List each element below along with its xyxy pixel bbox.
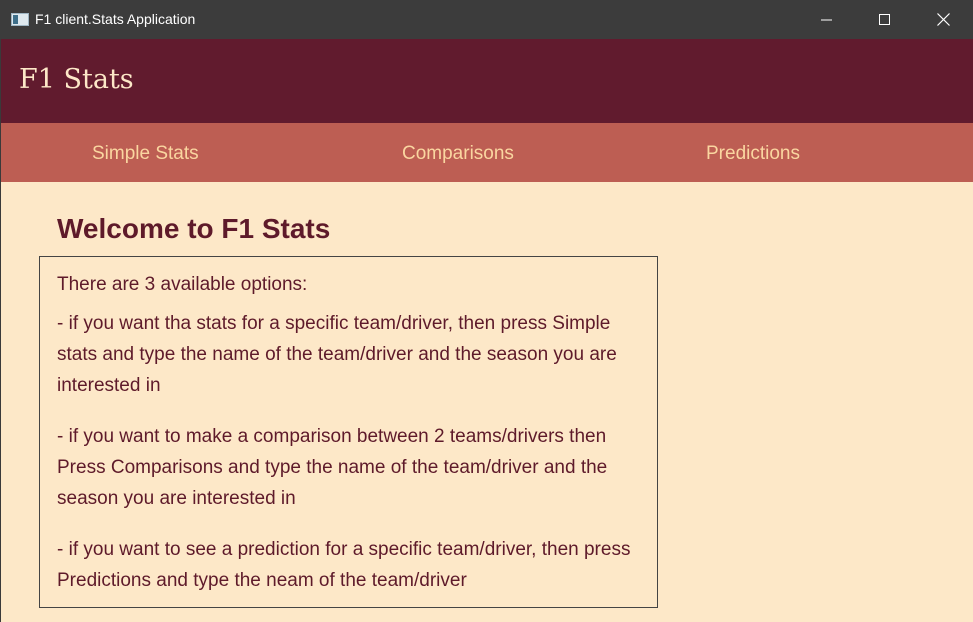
page-title: Welcome to F1 Stats xyxy=(57,213,331,244)
brand-title: F1 Stats xyxy=(19,64,134,95)
info-panel: There are 3 available options: - if you … xyxy=(39,256,658,608)
close-button[interactable] xyxy=(914,0,972,39)
window-title: F1 client.Stats Application xyxy=(35,11,196,27)
app-window-icon xyxy=(11,13,29,26)
minimize-button[interactable] xyxy=(798,0,856,39)
app-header: F1 Stats xyxy=(1,39,973,123)
maximize-icon xyxy=(879,13,890,25)
intro-text: There are 3 available options: xyxy=(57,274,308,295)
option-predictions-text: - if you want to see a prediction for a … xyxy=(57,539,631,591)
option-simple-stats-text: - if you want tha stats for a specific t… xyxy=(57,313,617,396)
window-titlebar[interactable]: F1 client.Stats Application xyxy=(0,0,973,39)
nav-comparisons[interactable]: Comparisons xyxy=(402,143,514,165)
minimize-icon xyxy=(821,19,832,20)
close-icon xyxy=(936,13,950,26)
maximize-button[interactable] xyxy=(856,0,914,39)
option-comparisons-text: - if you want to make a comparison betwe… xyxy=(57,426,608,509)
app-content: F1 Stats Simple Stats Comparisons Predic… xyxy=(1,39,973,622)
nav-bar: Simple Stats Comparisons Predictions xyxy=(1,123,973,182)
nav-predictions[interactable]: Predictions xyxy=(706,143,800,165)
nav-simple-stats[interactable]: Simple Stats xyxy=(92,143,199,165)
